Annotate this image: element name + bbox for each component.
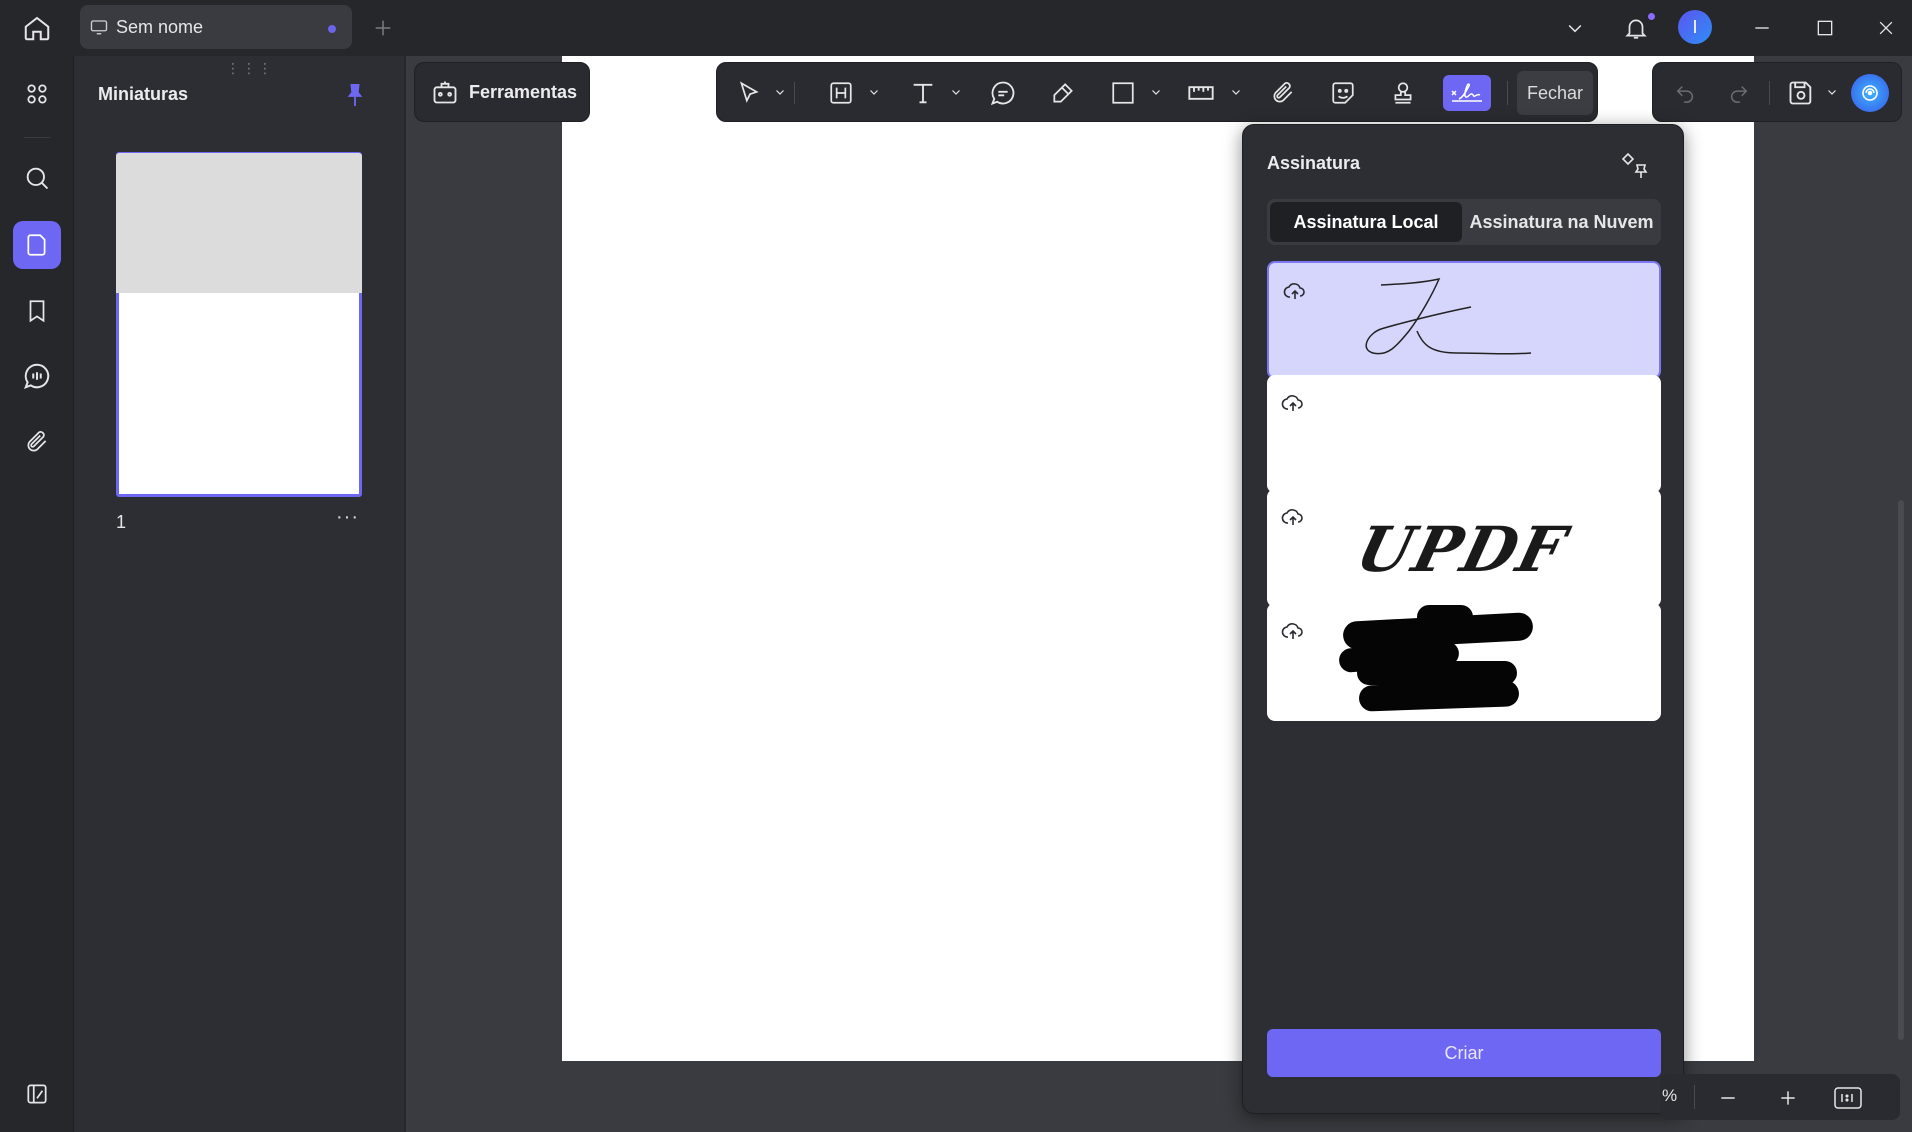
attachment-icon[interactable]	[1263, 75, 1303, 111]
comment-icon[interactable]	[13, 352, 61, 400]
signature-card[interactable]	[1267, 375, 1661, 493]
redo-icon[interactable]	[1723, 77, 1755, 109]
chevron-down-icon[interactable]	[1149, 85, 1163, 99]
tools-label: Ferramentas	[469, 81, 578, 102]
panel-title: Assinatura	[1267, 153, 1361, 173]
zoom-value[interactable]: %	[1662, 1086, 1677, 1106]
signature-scribble	[1365, 277, 1532, 355]
avatar-initial: I	[1692, 16, 1698, 37]
redacted-signature	[1339, 605, 1533, 712]
tools-button[interactable]: Ferramentas	[414, 62, 590, 122]
search-icon[interactable]	[13, 154, 61, 202]
annotation-toolbar: Fechar	[716, 62, 1598, 122]
history-toolbar	[1652, 62, 1902, 122]
ai-assistant-icon[interactable]	[1851, 74, 1889, 112]
bookmark-icon[interactable]	[13, 287, 61, 335]
cloud-upload-icon[interactable]	[1281, 505, 1307, 531]
pencil-icon[interactable]	[1043, 75, 1083, 111]
cloud-upload-icon[interactable]	[1283, 279, 1309, 305]
drag-handle[interactable]: ⋮⋮⋮	[226, 60, 274, 77]
chevron-down-icon[interactable]	[949, 85, 963, 99]
pages-icon[interactable]	[13, 221, 61, 269]
chevron-down-icon[interactable]	[1553, 6, 1597, 50]
thumbnail-header-area	[116, 153, 362, 293]
signature-panel: Assinatura Assinatura Local Assinatura n…	[1242, 124, 1684, 1114]
tab-title: Sem nome	[116, 16, 204, 37]
tab-cloud-signature[interactable]: Assinatura na Nuvem	[1465, 202, 1658, 242]
zoom-out-icon[interactable]	[1712, 1082, 1744, 1114]
create-signature-button[interactable]: Criar	[1267, 1029, 1661, 1077]
comment-icon[interactable]	[983, 75, 1023, 111]
actual-size-icon[interactable]	[1830, 1082, 1866, 1114]
select-cursor-icon[interactable]	[729, 75, 769, 111]
signature-tabs: Assinatura Local Assinatura na Nuvem	[1267, 199, 1661, 245]
avatar[interactable]: I	[1678, 10, 1712, 44]
thumbnail-panel: ⋮⋮⋮ Miniaturas 1 ···	[74, 56, 404, 1132]
tab-local-signature[interactable]: Assinatura Local	[1270, 202, 1462, 242]
minimize-icon[interactable]	[1740, 6, 1784, 50]
new-tab-button[interactable]	[368, 8, 398, 48]
sidebar-rail	[0, 56, 74, 1132]
toolbox-icon	[431, 78, 459, 106]
rail-divider	[24, 137, 50, 138]
chevron-down-icon[interactable]	[1229, 85, 1243, 99]
sticker-icon[interactable]	[1323, 75, 1363, 111]
home-icon[interactable]	[14, 8, 60, 48]
maximize-icon[interactable]	[1803, 6, 1847, 50]
thumbnail-more-button[interactable]: ···	[336, 506, 359, 529]
cloud-upload-icon[interactable]	[1281, 619, 1307, 645]
signature-text: UPDF	[1349, 512, 1575, 586]
zoom-in-icon[interactable]	[1772, 1082, 1804, 1114]
highlight-icon[interactable]	[821, 75, 861, 111]
toolbar-divider	[1507, 81, 1508, 105]
document-tab[interactable]: Sem nome	[80, 5, 352, 49]
close-icon[interactable]	[1864, 6, 1908, 50]
measure-icon[interactable]	[1181, 75, 1221, 111]
layout-icon[interactable]	[13, 1070, 61, 1118]
unpin-icon[interactable]	[1615, 145, 1655, 185]
toolbar-divider	[1694, 1085, 1695, 1109]
pin-icon[interactable]	[340, 78, 370, 112]
signature-card[interactable]	[1267, 603, 1661, 721]
zoom-bar: %	[1660, 1074, 1900, 1120]
chevron-down-icon[interactable]	[773, 85, 787, 99]
signature-card[interactable]	[1267, 261, 1661, 379]
signature-icon[interactable]	[1443, 75, 1491, 111]
text-icon[interactable]	[903, 75, 943, 111]
signature-card[interactable]: UPDF	[1267, 489, 1661, 607]
panel-title: Miniaturas	[98, 84, 189, 104]
chevron-down-icon[interactable]	[867, 85, 881, 99]
close-button[interactable]: Fechar	[1517, 71, 1593, 115]
rectangle-icon[interactable]	[1103, 75, 1143, 111]
cloud-upload-icon[interactable]	[1281, 391, 1307, 417]
stamp-icon[interactable]	[1383, 75, 1423, 111]
monitor-icon	[90, 19, 108, 35]
undo-icon[interactable]	[1669, 77, 1701, 109]
toolbar-divider	[1769, 81, 1770, 105]
unsaved-dot	[328, 25, 336, 33]
notification-dot	[1648, 13, 1655, 20]
save-icon[interactable]	[1783, 75, 1819, 111]
apps-grid-icon[interactable]	[13, 70, 61, 118]
vertical-scrollbar[interactable]	[1898, 500, 1904, 1040]
toolbar-divider	[787, 75, 801, 111]
page-number: 1	[116, 512, 127, 532]
chevron-down-icon[interactable]	[1825, 85, 1839, 99]
attachment-icon[interactable]	[13, 418, 61, 466]
